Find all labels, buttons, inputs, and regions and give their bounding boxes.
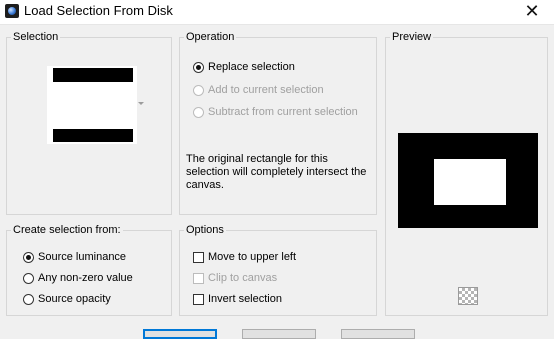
window-title: Load Selection From Disk bbox=[24, 3, 173, 18]
radio-source-luminance[interactable]: Source luminance bbox=[23, 249, 126, 265]
radio-label: Subtract from current selection bbox=[208, 106, 358, 118]
ok-button[interactable] bbox=[143, 329, 217, 339]
transparency-toggle-icon[interactable] bbox=[458, 287, 478, 305]
operation-group-title: Operation bbox=[184, 30, 237, 44]
operation-info-text: The original rectangle for this selectio… bbox=[186, 153, 367, 191]
radio-source-opacity[interactable]: Source opacity bbox=[23, 291, 111, 307]
radio-replace-selection[interactable]: Replace selection bbox=[193, 59, 295, 75]
checkbox-label: Invert selection bbox=[208, 293, 282, 305]
radio-label: Any non-zero value bbox=[38, 272, 133, 284]
preview-canvas bbox=[398, 133, 538, 228]
selection-thumbnail[interactable] bbox=[47, 66, 137, 144]
thumbnail-bar-top bbox=[53, 68, 133, 82]
selection-group-title: Selection bbox=[11, 30, 61, 44]
chevron-down-icon[interactable] bbox=[138, 102, 144, 105]
radio-label: Source opacity bbox=[38, 293, 111, 305]
checkbox-invert-selection[interactable]: Invert selection bbox=[193, 291, 282, 307]
radio-subtract-from-selection[interactable]: Subtract from current selection bbox=[193, 104, 358, 120]
cancel-button[interactable] bbox=[242, 329, 316, 339]
radio-button[interactable] bbox=[23, 293, 34, 305]
close-button[interactable]: ✕ bbox=[510, 0, 554, 24]
checkbox-label: Move to upper left bbox=[208, 251, 297, 263]
radio-label: Add to current selection bbox=[208, 84, 324, 96]
radio-button[interactable] bbox=[193, 84, 204, 96]
radio-button[interactable] bbox=[193, 106, 204, 118]
radio-any-non-zero[interactable]: Any non-zero value bbox=[23, 270, 133, 286]
checkbox[interactable] bbox=[193, 251, 204, 263]
radio-button[interactable] bbox=[23, 272, 34, 284]
radio-button[interactable] bbox=[23, 251, 34, 263]
radio-button[interactable] bbox=[193, 61, 204, 73]
radio-label: Replace selection bbox=[208, 61, 295, 73]
title-bar: Load Selection From Disk ✕ bbox=[0, 0, 554, 25]
selection-group: Selection bbox=[6, 30, 172, 215]
preview-group-title: Preview bbox=[390, 30, 434, 44]
options-group-title: Options bbox=[184, 223, 226, 237]
preview-selection-rect bbox=[434, 159, 506, 205]
checkbox[interactable] bbox=[193, 272, 204, 284]
checkbox-clip-to-canvas[interactable]: Clip to canvas bbox=[193, 270, 277, 286]
radio-label: Source luminance bbox=[38, 251, 127, 263]
help-button[interactable] bbox=[341, 329, 415, 339]
thumbnail-bar-bottom bbox=[53, 129, 133, 142]
create-from-group-title: Create selection from: bbox=[11, 223, 123, 237]
app-icon bbox=[5, 4, 19, 18]
checkbox-move-upper-left[interactable]: Move to upper left bbox=[193, 249, 296, 265]
checkbox-label: Clip to canvas bbox=[208, 272, 278, 284]
radio-add-to-selection[interactable]: Add to current selection bbox=[193, 82, 324, 98]
checkbox[interactable] bbox=[193, 293, 204, 305]
